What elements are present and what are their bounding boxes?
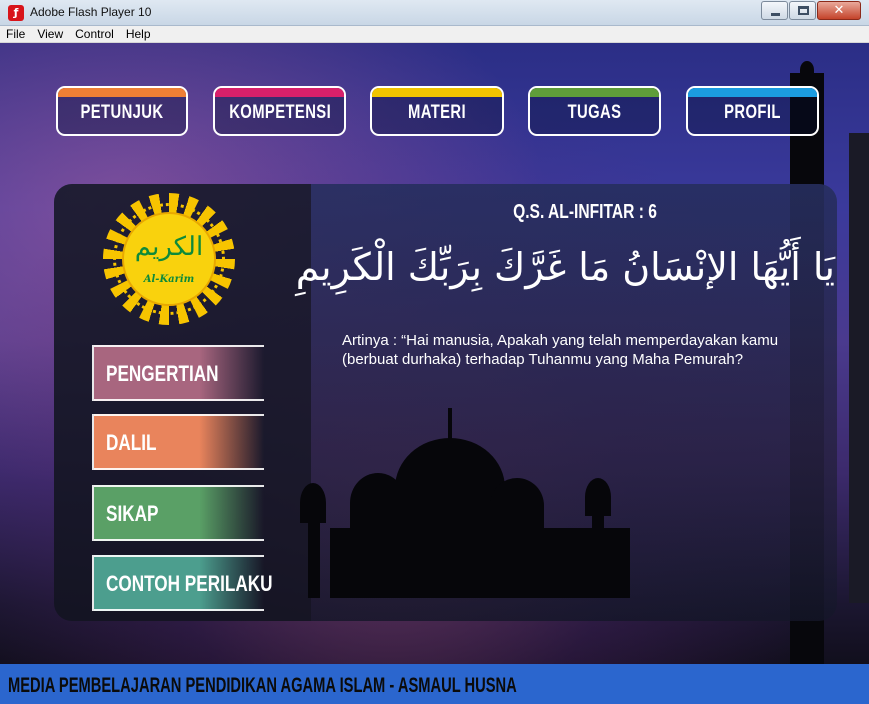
- nav-color-bar: [58, 88, 186, 97]
- logo-medallion: الكريم Al-Karim: [122, 212, 216, 306]
- nav-label: MATERI: [407, 102, 467, 123]
- flash-stage: PETUNJUK KOMPETENSI MATERI TUGAS PROFIL: [0, 43, 869, 704]
- footer-bar: MEDIA PEMBELAJARAN PENDIDIKAN AGAMA ISLA…: [0, 664, 869, 704]
- logo-arabic-text: الكريم: [134, 232, 204, 262]
- nav-kompetensi-button[interactable]: KOMPETENSI: [213, 86, 346, 136]
- minimize-button[interactable]: [761, 1, 788, 20]
- flash-player-icon: ƒ: [8, 5, 24, 21]
- close-icon: ✕: [833, 3, 845, 18]
- nav-materi-button[interactable]: MATERI: [370, 86, 504, 136]
- side-sikap-button[interactable]: SIKAP: [92, 485, 264, 541]
- arabic-verse: يَا أَيُّهَا الإنْسَانُ مَا غَرَّكَ بِرَ…: [295, 245, 835, 289]
- logo-latin-text: Al-Karim: [143, 274, 195, 285]
- al-karim-logo: الكريم Al-Karim: [103, 193, 235, 325]
- nav-color-bar: [530, 88, 659, 97]
- footer-title: MEDIA PEMBELAJARAN PENDIDIKAN AGAMA ISLA…: [8, 674, 517, 697]
- nav-color-bar: [215, 88, 344, 97]
- menu-help[interactable]: Help: [126, 26, 151, 42]
- side-button-label: PENGERTIAN: [106, 361, 219, 386]
- mosque-silhouette: [300, 398, 630, 598]
- maximize-button[interactable]: [789, 1, 816, 20]
- nav-profil-button[interactable]: PROFIL: [686, 86, 819, 136]
- menu-view[interactable]: View: [37, 26, 63, 42]
- menu-file[interactable]: File: [6, 26, 25, 42]
- nav-label: TUGAS: [567, 102, 622, 123]
- nav-tugas-button[interactable]: TUGAS: [528, 86, 661, 136]
- nav-label: PROFIL: [724, 102, 781, 123]
- nav-color-bar: [688, 88, 817, 97]
- side-pengertian-button[interactable]: PENGERTIAN: [92, 345, 264, 401]
- maximize-icon: [798, 6, 809, 15]
- window-title: Adobe Flash Player 10: [30, 5, 152, 19]
- menu-bar: File View Control Help: [0, 26, 869, 43]
- nav-color-bar: [372, 88, 502, 97]
- window-titlebar: ƒ Adobe Flash Player 10 ✕: [0, 0, 869, 26]
- menu-control[interactable]: Control: [75, 26, 114, 42]
- close-button[interactable]: ✕: [817, 1, 861, 20]
- nav-petunjuk-button[interactable]: PETUNJUK: [56, 86, 188, 136]
- minimize-icon: [771, 13, 780, 16]
- surah-reference: Q.S. AL-INFITAR : 6: [513, 201, 657, 223]
- background-stripe: [849, 133, 869, 603]
- nav-label: KOMPETENSI: [229, 102, 332, 123]
- side-dalil-button[interactable]: DALIL: [92, 414, 264, 470]
- side-contoh-perilaku-button[interactable]: CONTOH PERILAKU: [92, 555, 273, 611]
- window-controls: ✕: [761, 1, 861, 20]
- side-button-label: SIKAP: [106, 501, 159, 526]
- nav-label: PETUNJUK: [80, 102, 164, 123]
- side-button-label: DALIL: [106, 430, 157, 455]
- side-button-label: CONTOH PERILAKU: [106, 571, 273, 596]
- verse-translation: Artinya : “Hai manusia, Apakah yang tela…: [342, 332, 779, 368]
